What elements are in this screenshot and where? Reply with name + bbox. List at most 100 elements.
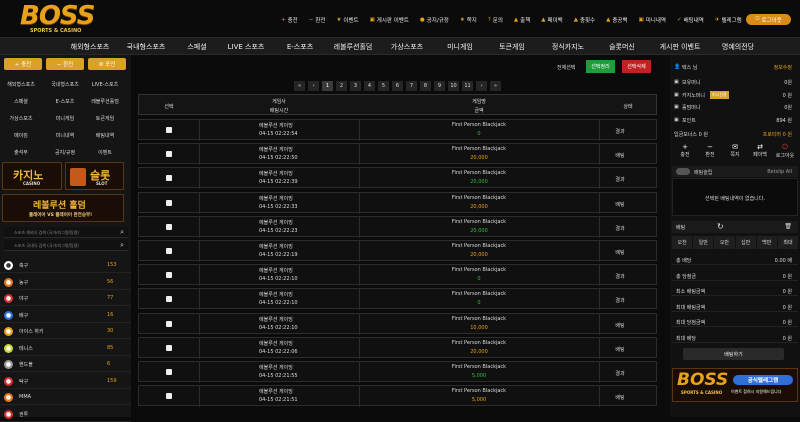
deposit-button[interactable]: + 충전 [4, 58, 42, 70]
boss-logo[interactable]: BOSS SPORTS & CASINO [8, 3, 108, 35]
row-checkbox[interactable] [166, 320, 172, 327]
edit-info-link[interactable]: 정보수정 [774, 64, 792, 71]
amount-button[interactable]: 백만 [756, 236, 777, 249]
page-button[interactable]: 8 [420, 81, 431, 91]
sport-row[interactable]: ● 야구 77 [0, 290, 131, 306]
page-button[interactable]: 7 [406, 81, 417, 91]
quick-message-button[interactable]: ✉ 쪽지 [722, 142, 748, 162]
main-menu-item[interactable]: LIVE 스포츠 [228, 38, 265, 56]
main-menu-item[interactable]: 해외형스포츠 [71, 38, 110, 56]
sidebar-link[interactable]: 해외형스포츠 [7, 81, 35, 88]
select-clean-button[interactable]: 선택정리 [586, 60, 615, 73]
holdem-banner[interactable]: 레볼루션 홀덤 플레이어 VS 플레이어 완전승부! [2, 194, 124, 222]
sport-row[interactable]: ● 권투 [0, 406, 131, 422]
place-bet-button[interactable]: 배팅하기 [683, 348, 784, 360]
search-icon[interactable]: ⌕ [120, 241, 124, 250]
row-status[interactable]: 결과 [615, 225, 624, 232]
topnav-item[interactable]: ● 공지/규정 [420, 16, 449, 24]
withdraw-button[interactable]: − 환전 [46, 58, 84, 70]
page-button[interactable]: 1 [322, 81, 333, 91]
sidebar-link[interactable]: 메이킹 [14, 132, 28, 139]
telegram-banner[interactable]: BOSS SPORTS & CASINO 공식텔레그램 이벤트 참여시 지원해드립니다 [672, 368, 798, 402]
row-checkbox[interactable] [166, 151, 172, 158]
sport-row[interactable]: ● MMA [0, 389, 131, 405]
page-button[interactable]: 4 [364, 81, 375, 91]
amount-button[interactable]: 일만 [693, 236, 714, 249]
sidebar-link[interactable]: 출석부 [14, 149, 28, 156]
page-button[interactable]: 6 [392, 81, 403, 91]
row-status[interactable]: 배팅 [615, 249, 624, 256]
sidebar-link[interactable]: 레볼루션홀덤 [91, 98, 119, 105]
refresh-icon[interactable]: ↻ [717, 222, 724, 231]
row-status[interactable]: 배팅 [615, 152, 624, 159]
quick-deposit-button[interactable]: + 충전 [672, 142, 698, 162]
main-menu-item[interactable]: 명예의전당 [722, 38, 754, 56]
main-menu-item[interactable]: 슬롯머신 [609, 38, 635, 56]
trash-icon[interactable]: 🗑 [784, 223, 792, 230]
row-checkbox[interactable] [166, 393, 172, 400]
domestic-search-field[interactable]: 스포츠 국내식 검색 (국가/리그명/팀명) ⌕ [4, 240, 128, 251]
row-checkbox[interactable] [166, 369, 172, 375]
betslip-toggle[interactable] [676, 168, 690, 175]
row-status[interactable]: 결과 [615, 273, 624, 280]
sidebar-link[interactable]: 이벤트 [98, 149, 112, 156]
page-button[interactable]: 10 [448, 81, 459, 91]
casino-banner[interactable]: 카지노 CASINO [2, 162, 62, 190]
main-menu-item[interactable]: 토큰게임 [499, 38, 525, 56]
sidebar-link[interactable]: 토큰게임 [96, 115, 114, 122]
amount-button[interactable]: 최대 [777, 236, 799, 249]
topnav-item[interactable]: ? 문의 [488, 16, 503, 24]
sidebar-link[interactable]: 공지/규정 [55, 149, 75, 156]
row-status[interactable]: 배팅 [615, 346, 624, 353]
main-menu-item[interactable]: 게시판 이벤트 [660, 38, 701, 56]
row-checkbox[interactable] [166, 199, 172, 206]
main-menu-item[interactable]: 스페셜 [187, 38, 206, 56]
page-button[interactable]: › [476, 81, 487, 91]
sidebar-link[interactable]: 국내형스포츠 [51, 81, 79, 88]
page-button[interactable]: 2 [336, 81, 347, 91]
sport-row[interactable]: ● 축구 153 [0, 257, 131, 273]
row-status[interactable]: 배팅 [615, 394, 624, 401]
row-checkbox[interactable] [166, 272, 172, 279]
page-button[interactable]: « [294, 81, 305, 91]
row-checkbox[interactable] [166, 175, 172, 182]
main-menu-item[interactable]: 국내형스포츠 [127, 38, 166, 56]
sport-row[interactable]: ● 테니스 85 [0, 340, 131, 356]
select-all-label[interactable]: 전체선택 [557, 64, 575, 71]
row-checkbox[interactable] [166, 296, 172, 303]
amount-button[interactable]: 오천 [672, 236, 693, 249]
amount-button[interactable]: 오만 [714, 236, 735, 249]
sport-row[interactable]: ● 농구 56 [0, 274, 131, 290]
sport-row[interactable]: ● 핸드볼 6 [0, 356, 131, 372]
sport-row[interactable]: ● 아이스 하키 30 [0, 323, 131, 339]
main-menu-item[interactable]: E-스포츠 [287, 38, 313, 56]
money-convert-badge[interactable]: 머니전환 [710, 90, 729, 99]
row-status[interactable]: 배팅 [615, 322, 624, 329]
topnav-item[interactable]: ★ 쪽지 [460, 16, 477, 24]
page-button[interactable]: 5 [378, 81, 389, 91]
row-status[interactable]: 결과 [615, 370, 624, 377]
quick-payback-button[interactable]: ⇄ 페이백 [747, 142, 773, 162]
row-status[interactable]: 배팅 [615, 201, 624, 208]
amount-button[interactable]: 십만 [735, 236, 756, 249]
main-menu-item[interactable]: 레볼루션홀덤 [334, 38, 373, 56]
topnav-item[interactable]: ▲ 페이백 [541, 16, 562, 24]
page-button[interactable]: » [490, 81, 501, 91]
main-menu-item[interactable]: 가상스포츠 [391, 38, 423, 56]
sidebar-link[interactable]: 배팅내역 [96, 132, 114, 139]
sidebar-link[interactable]: 미니게임 [56, 115, 74, 122]
sidebar-link[interactable]: 가상스포츠 [9, 115, 32, 122]
topnav-item[interactable]: ✈ 텔레그램 [715, 16, 742, 24]
row-status[interactable]: 결과 [615, 176, 624, 183]
page-button[interactable]: ‹ [308, 81, 319, 91]
sidebar-link[interactable]: 스페셜 [14, 98, 28, 105]
sidebar-link[interactable]: 미니내역 [56, 132, 74, 139]
topnav-item[interactable]: + 충전 [281, 16, 298, 24]
quick-logout-button[interactable]: ⏻ 로그아웃 [772, 142, 798, 162]
overseas-search-field[interactable]: 스포츠 해외식 검색 (국가/리그명/팀명) ⌕ [4, 227, 128, 238]
sport-row[interactable]: ● 탁구 159 [0, 373, 131, 389]
slot-banner[interactable]: 슬롯 SLOT [65, 162, 124, 190]
topnav-item[interactable]: ▣ 게시판 이벤트 [370, 16, 409, 24]
point-button[interactable]: ⚙ 포인 [88, 58, 126, 70]
row-checkbox[interactable] [166, 223, 172, 230]
